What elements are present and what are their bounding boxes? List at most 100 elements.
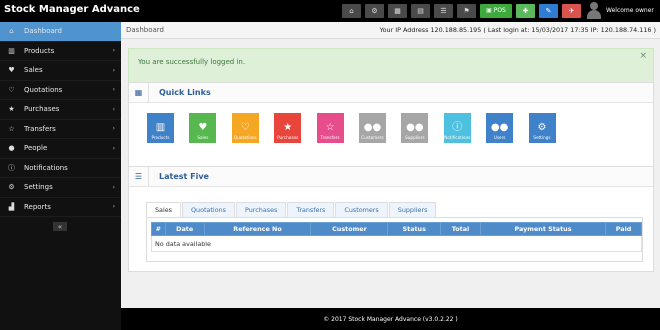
sidebar-item-label: Notifications (24, 163, 68, 172)
column-header[interactable]: Payment Status (479, 222, 607, 236)
close-icon[interactable]: × (639, 51, 647, 61)
notes-button[interactable]: ✎ (539, 4, 558, 18)
sidebar-item-label: Reports (24, 202, 51, 211)
quick-link-icon: ♥ (198, 121, 208, 133)
sidebar-item-products[interactable]: ▥ Products › (0, 42, 121, 61)
quick-link-settings[interactable]: ⚙ Settings (528, 113, 556, 143)
quick-link-sales[interactable]: ♥ Sales (189, 113, 217, 143)
quick-link-label: Customers (361, 134, 384, 140)
column-header[interactable]: Reference No (203, 222, 312, 236)
quick-link-label: Quotations (233, 134, 257, 140)
calendar-button[interactable]: ▤ (411, 4, 430, 18)
tab-purchases[interactable]: Purchases (236, 202, 287, 217)
sidebar-item-label: Quotations (24, 85, 63, 94)
dashboard-icon: ⌂ (349, 6, 354, 15)
tab-customers[interactable]: Customers (335, 202, 388, 217)
sidebar-item-people[interactable]: ● People › (0, 139, 121, 159)
quick-link-icon: ●● (490, 121, 509, 133)
chevron-right-icon: › (112, 66, 115, 74)
pos-label: POS (493, 7, 506, 14)
notes-icon: ✎ (545, 6, 552, 15)
sidebar-item-purchases[interactable]: ★ Purchases › (0, 100, 121, 120)
quick-link-label: Products (151, 134, 170, 140)
tab-suppliers[interactable]: Suppliers (388, 202, 437, 217)
sidebar: ⌂ Dashboard ▥ Products › ♥ Sales › ♡ Quo… (0, 22, 121, 330)
sidebar-item-label: People (24, 144, 48, 153)
latest-five-title: Latest Five (159, 172, 209, 181)
breadcrumb[interactable]: Dashboard (126, 26, 164, 34)
tab-sales[interactable]: Sales (146, 202, 182, 217)
empty-message: No data available (151, 235, 642, 252)
quick-link-label: Sales (197, 134, 209, 140)
tab-quotations[interactable]: Quotations (182, 202, 235, 217)
sales-table: # Date Reference No Customer Status Total Paym… (151, 222, 642, 252)
top-bar: Stock Manager Advance ⌂ ⚙ ▦ ▤ ☰ ⚑ ▣ POS … (0, 0, 660, 22)
users-icon: ● (8, 144, 15, 153)
settings-button[interactable]: ⚙ (365, 4, 384, 18)
quick-link-icon: ⚙ (537, 121, 547, 133)
column-header[interactable]: Date (164, 222, 205, 236)
quick-link-icon: ☆ (325, 121, 335, 133)
sidebar-item-notifications[interactable]: ⓘ Notifications (0, 159, 121, 178)
quick-links-panel: ▦ Quick Links ▥ Products ♥ Sales ♡ Quotations… (128, 82, 654, 173)
list-button[interactable]: ☰ (434, 4, 453, 18)
clear-cache-button[interactable]: ✈ (562, 4, 581, 18)
quick-link-label: Notifications (444, 134, 471, 140)
dashboard-button[interactable]: ⌂ (342, 4, 361, 18)
quick-link-transfers[interactable]: ☆ Transfers (316, 113, 344, 143)
column-header[interactable]: Status (387, 222, 442, 236)
list-icon: ☰ (129, 167, 149, 186)
sidebar-item-dashboard[interactable]: ⌂ Dashboard (0, 22, 121, 42)
avatar[interactable] (586, 1, 602, 19)
quick-link-label: Purchases (277, 134, 299, 140)
column-header[interactable]: Total (440, 222, 481, 236)
quick-link-label: Settings (533, 134, 551, 140)
quick-link-icon: ●● (363, 121, 382, 133)
table-row: No data available (151, 235, 642, 252)
chevron-right-icon: › (112, 47, 115, 55)
sidebar-item-sales[interactable]: ♥ Sales › (0, 61, 121, 81)
calculator-button[interactable]: ▦ (388, 4, 407, 18)
column-header[interactable]: # (151, 222, 166, 236)
gift-card-button[interactable]: ✚ (516, 4, 535, 18)
info-icon: ⓘ (8, 163, 15, 172)
chevron-right-icon: › (112, 105, 115, 113)
dashboard-icon: ⌂ (9, 27, 14, 36)
quick-link-label: Transfers (320, 134, 340, 140)
sidebar-item-label: Transfers (24, 124, 56, 133)
quick-link-quotations[interactable]: ♡ Quotations (231, 113, 259, 143)
app-title[interactable]: Stock Manager Advance (4, 4, 140, 15)
chevron-right-icon: › (112, 203, 115, 211)
welcome-text[interactable]: Welcome owner (606, 7, 654, 14)
tab-transfers[interactable]: Transfers (287, 202, 335, 217)
quick-link-purchases[interactable]: ★ Purchases (274, 113, 302, 143)
latest-five-tabs: Sales Quotations Purchases Transfers Custome… (146, 202, 437, 217)
chevron-right-icon: › (112, 86, 115, 94)
sidebar-collapse-button[interactable]: « (53, 222, 67, 231)
quick-link-label: Users (493, 134, 506, 140)
cog-icon: ⚙ (8, 183, 15, 192)
latest-five-panel: ☰ Latest Five Sales Quotations Purchases Tr… (128, 166, 654, 272)
heart-outline-icon: ♡ (8, 85, 15, 94)
column-header[interactable]: Paid (605, 222, 642, 236)
language-button[interactable]: ⚑ (457, 4, 476, 18)
sidebar-item-settings[interactable]: ⚙ Settings › (0, 178, 121, 198)
quick-links-title: Quick Links (159, 88, 211, 97)
column-header[interactable]: Customer (310, 222, 389, 236)
chevron-right-icon: › (112, 125, 115, 133)
quick-link-products[interactable]: ▥ Products (147, 113, 174, 143)
quick-link-icon: ⓘ (452, 121, 463, 133)
quick-link-icon: ▥ (155, 121, 166, 133)
alert-message: You are successfully logged in. (138, 58, 246, 66)
breadcrumb-bar: Dashboard Your IP Address 120.188.85.195… (121, 22, 660, 39)
quick-link-suppliers[interactable]: ●● Suppliers (401, 113, 429, 143)
quick-link-notifications[interactable]: ⓘ Notifications (443, 113, 471, 143)
quick-link-users[interactable]: ●● Users (486, 113, 514, 143)
sidebar-item-transfers[interactable]: ☆ Transfers › (0, 120, 121, 139)
pos-button[interactable]: ▣ POS (480, 4, 512, 18)
sidebar-item-quotations[interactable]: ♡ Quotations › (0, 81, 121, 100)
sidebar-item-reports[interactable]: ▟ Reports › (0, 198, 121, 217)
sidebar-item-label: Dashboard (24, 27, 62, 36)
quick-link-customers[interactable]: ●● Customers (358, 113, 386, 143)
quick-link-icon: ★ (283, 121, 293, 133)
